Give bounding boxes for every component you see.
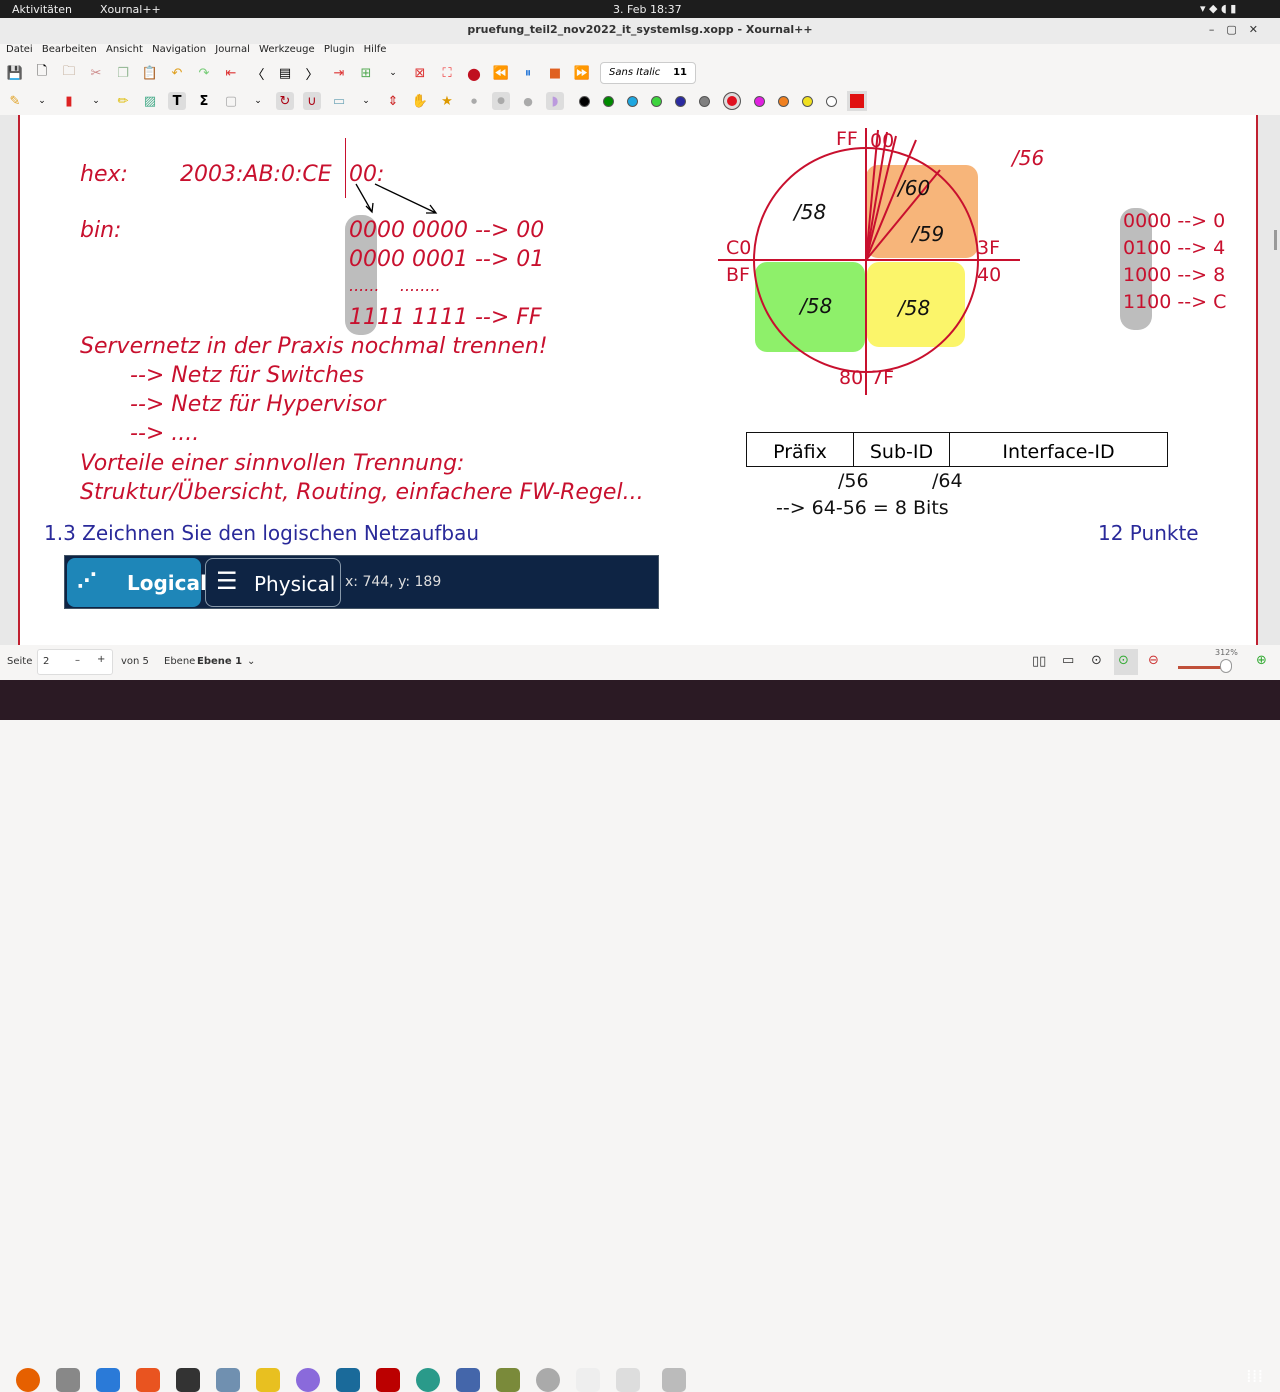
label-7f: 7F: [871, 367, 895, 389]
zoom-slider[interactable]: [1178, 666, 1226, 669]
col-interface-id: Interface-ID: [1002, 441, 1115, 463]
arrow-stroke: [374, 183, 438, 214]
col-sub-id: Sub-ID: [854, 433, 950, 466]
mark-64: /64: [932, 470, 963, 492]
zoom-fit-icon[interactable]: ⊙: [1091, 653, 1102, 668]
zoom-out-icon[interactable]: ⊖: [1148, 653, 1159, 668]
coordinates-readout: x: 744, y: 189: [345, 574, 442, 590]
zoom-slider-handle[interactable]: [1220, 659, 1232, 673]
settings-icon[interactable]: [536, 1368, 560, 1392]
mark-56: /56: [838, 470, 869, 492]
writer-icon[interactable]: [96, 1368, 120, 1392]
app-icon[interactable]: [296, 1368, 320, 1392]
tab-physical[interactable]: ☰ Physical: [205, 558, 341, 607]
remmina-icon[interactable]: [416, 1368, 440, 1392]
chevron-down-icon[interactable]: ⌄: [247, 656, 255, 667]
label-40: 40: [977, 264, 1002, 286]
layer-label: Ebene: [164, 656, 196, 667]
virtualbox-icon[interactable]: [216, 1368, 240, 1392]
label-ff: FF: [836, 128, 858, 150]
network-icon: ⋰: [77, 568, 97, 592]
text-editor-icon[interactable]: [616, 1368, 640, 1392]
status-bar: Seite 2 – + von 5 Ebene Ebene 1 ⌄ ▯▯ ▭ ⊙…: [0, 645, 1280, 680]
software-icon[interactable]: [136, 1368, 160, 1392]
files-icon[interactable]: [56, 1368, 80, 1392]
quadrant-60: /60: [898, 176, 931, 200]
firefox-icon[interactable]: [16, 1368, 40, 1392]
label-80: 80: [839, 367, 864, 389]
tab-logical[interactable]: ⋰ Logical: [67, 558, 207, 607]
page-number: 2: [43, 656, 50, 667]
drawing-strokes: [355, 128, 1020, 395]
xournal-icon[interactable]: [576, 1368, 600, 1392]
page-count: von 5: [121, 656, 149, 667]
rack-icon: ☰: [216, 567, 238, 595]
dock: ⁞⁞⁞: [0, 680, 1280, 1392]
quadrant-58: /58: [800, 294, 833, 318]
packet-tracer-icon[interactable]: [496, 1368, 520, 1392]
label-c0: C0: [726, 237, 752, 259]
apps-grid-icon[interactable]: ⁞⁞⁞: [1246, 1366, 1263, 1387]
label-bf: BF: [726, 264, 750, 286]
task-title: 1.3 Zeichnen Sie den logischen Netzaufba…: [44, 521, 480, 545]
label-00: 00: [870, 130, 895, 152]
task-points: 12 Punkte: [1098, 521, 1199, 545]
page-decrement-button[interactable]: –: [75, 655, 80, 666]
filezilla-icon[interactable]: [376, 1368, 400, 1392]
quadrant-58: /58: [898, 296, 931, 320]
zoom-100-icon[interactable]: ⊙: [1114, 649, 1138, 675]
tab-logical-label: Logical: [127, 571, 207, 595]
presentation-icon[interactable]: ▭: [1062, 653, 1074, 668]
tab-physical-label: Physical: [254, 572, 336, 596]
topology-toolbar: ⋰ Logical ☰ Physical x: 744, y: 189: [64, 555, 659, 609]
layer-select[interactable]: Ebene 1: [197, 656, 242, 667]
zoom-in-icon[interactable]: ⊕: [1256, 653, 1267, 668]
trash-icon[interactable]: [662, 1368, 686, 1392]
quadrant-59: /59: [912, 222, 945, 246]
address-table: Präfix Sub-ID Interface-ID: [746, 432, 1168, 467]
calculator-icon[interactable]: [256, 1368, 280, 1392]
network-app-icon[interactable]: [456, 1368, 480, 1392]
zoom-level: 312%: [1215, 648, 1238, 657]
page-increment-button[interactable]: +: [97, 654, 105, 665]
quadrant-58: /58: [794, 200, 827, 224]
arrow-stroke: [355, 183, 374, 214]
label-3f: 3F: [977, 237, 1001, 259]
terminal-icon[interactable]: [176, 1368, 200, 1392]
calc-line: --> 64-56 = 8 Bits: [776, 497, 949, 519]
prefix-56: /56: [1012, 146, 1045, 170]
col-praefix: Präfix: [747, 433, 854, 466]
wireshark-icon[interactable]: [336, 1368, 360, 1392]
page-label: Seite: [7, 656, 33, 667]
two-pages-icon[interactable]: ▯▯: [1032, 654, 1046, 669]
